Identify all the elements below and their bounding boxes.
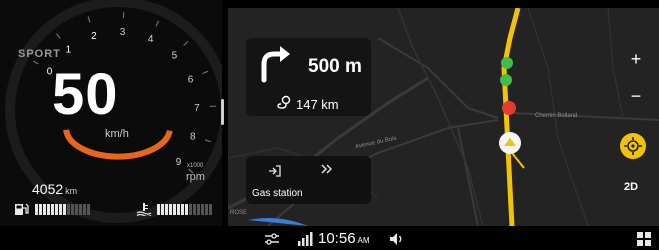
crosshair-icon [624, 137, 642, 155]
app-grid-icon[interactable] [637, 232, 651, 246]
traffic-light-green [500, 74, 512, 86]
signal-bars-icon [298, 232, 313, 246]
poi-entry-icon[interactable] [268, 165, 282, 177]
level-segment [63, 203, 66, 215]
drive-mode-label: SPORT [18, 48, 61, 60]
temperature-gauge [136, 202, 212, 216]
speed-unit: km/h [105, 128, 129, 140]
gauge-tick [56, 33, 61, 39]
level-segment [35, 203, 38, 215]
level-segment [209, 203, 212, 215]
level-segment [75, 203, 78, 215]
gauge-tick-label: 4 [148, 34, 154, 45]
next-turn-distance: 500 m [308, 56, 362, 77]
odometer-unit: km [65, 186, 78, 196]
level-segment [197, 203, 200, 215]
gauge-tick-label: 7 [194, 103, 200, 114]
street-label: Chemin Bolland [535, 113, 578, 119]
clock-time: 10:56 [318, 230, 356, 247]
remaining-distance: 147 km [296, 97, 339, 112]
level-segment [193, 203, 196, 215]
gauge-tick [155, 20, 160, 27]
level-segment [185, 203, 188, 215]
level-segment [83, 203, 86, 215]
level-segment [165, 203, 168, 215]
level-segment [181, 203, 184, 215]
gauge-tick-label: 1 [66, 45, 72, 56]
street-label: ROSE [230, 210, 248, 216]
level-segment [189, 203, 192, 215]
gauge-tick [32, 60, 39, 65]
zoom-in-button[interactable]: + [626, 49, 646, 69]
traffic-light-red [502, 101, 516, 115]
level-segment [59, 203, 62, 215]
poi-label: Gas station [252, 188, 303, 199]
fuel-gauge [14, 202, 90, 216]
recenter-button[interactable] [620, 133, 646, 159]
level-segment [205, 203, 208, 215]
level-segment [43, 203, 46, 215]
level-segment [55, 203, 58, 215]
level-segment [67, 203, 70, 215]
clock: 10:56 AM [318, 230, 370, 247]
clock-ampm: AM [357, 236, 370, 245]
level-segment [177, 203, 180, 215]
speed-value: 50 [52, 62, 119, 127]
level-segment [173, 203, 176, 215]
chevron-double-right-icon[interactable] [320, 163, 334, 175]
sliders-icon[interactable] [264, 233, 280, 245]
gauge-tick [202, 70, 209, 75]
speaker-icon[interactable] [389, 232, 405, 246]
gauge-tick [204, 139, 211, 143]
level-segment [169, 203, 172, 215]
level-segment [79, 203, 82, 215]
gauge-tick-label: 3 [120, 27, 126, 38]
map-view-mode-button[interactable]: 2D [624, 181, 638, 193]
level-segment [201, 203, 204, 215]
route-pin-icon [277, 95, 291, 109]
fuel-level-bar [35, 203, 90, 215]
rpm-multiplier: x1000 [187, 163, 204, 169]
turn-right-arrow-icon [261, 46, 290, 83]
gauge-tick-label: 5 [172, 51, 178, 62]
zoom-out-button[interactable]: − [626, 86, 646, 106]
level-segment [39, 203, 42, 215]
traffic-light-green [501, 57, 513, 69]
rpm-unit: rpm [186, 171, 205, 183]
level-segment [71, 203, 74, 215]
gauge-tick [87, 16, 91, 23]
level-segment [87, 203, 90, 215]
panel-resize-handle[interactable] [221, 99, 224, 125]
level-segment [157, 203, 160, 215]
gauge-tick-label: 2 [91, 31, 97, 42]
gauge-tick-label: 8 [190, 132, 196, 143]
level-segment [161, 203, 164, 215]
level-segment [47, 203, 50, 215]
fuel-pump-icon [15, 203, 29, 215]
instrument-cluster: 0123456789 SPORT 50 km/h x1000 rpm 4052 k… [0, 0, 222, 226]
temperature-level-bar [157, 203, 212, 215]
gauge-tick-label: 6 [188, 75, 194, 86]
gauge-tick [183, 40, 189, 47]
odometer-value: 4052 [32, 181, 64, 197]
level-segment [51, 203, 54, 215]
gauge-tick-label: 9 [176, 157, 182, 168]
odometer: 4052 km [32, 181, 77, 197]
coolant-temperature-icon [136, 203, 152, 216]
